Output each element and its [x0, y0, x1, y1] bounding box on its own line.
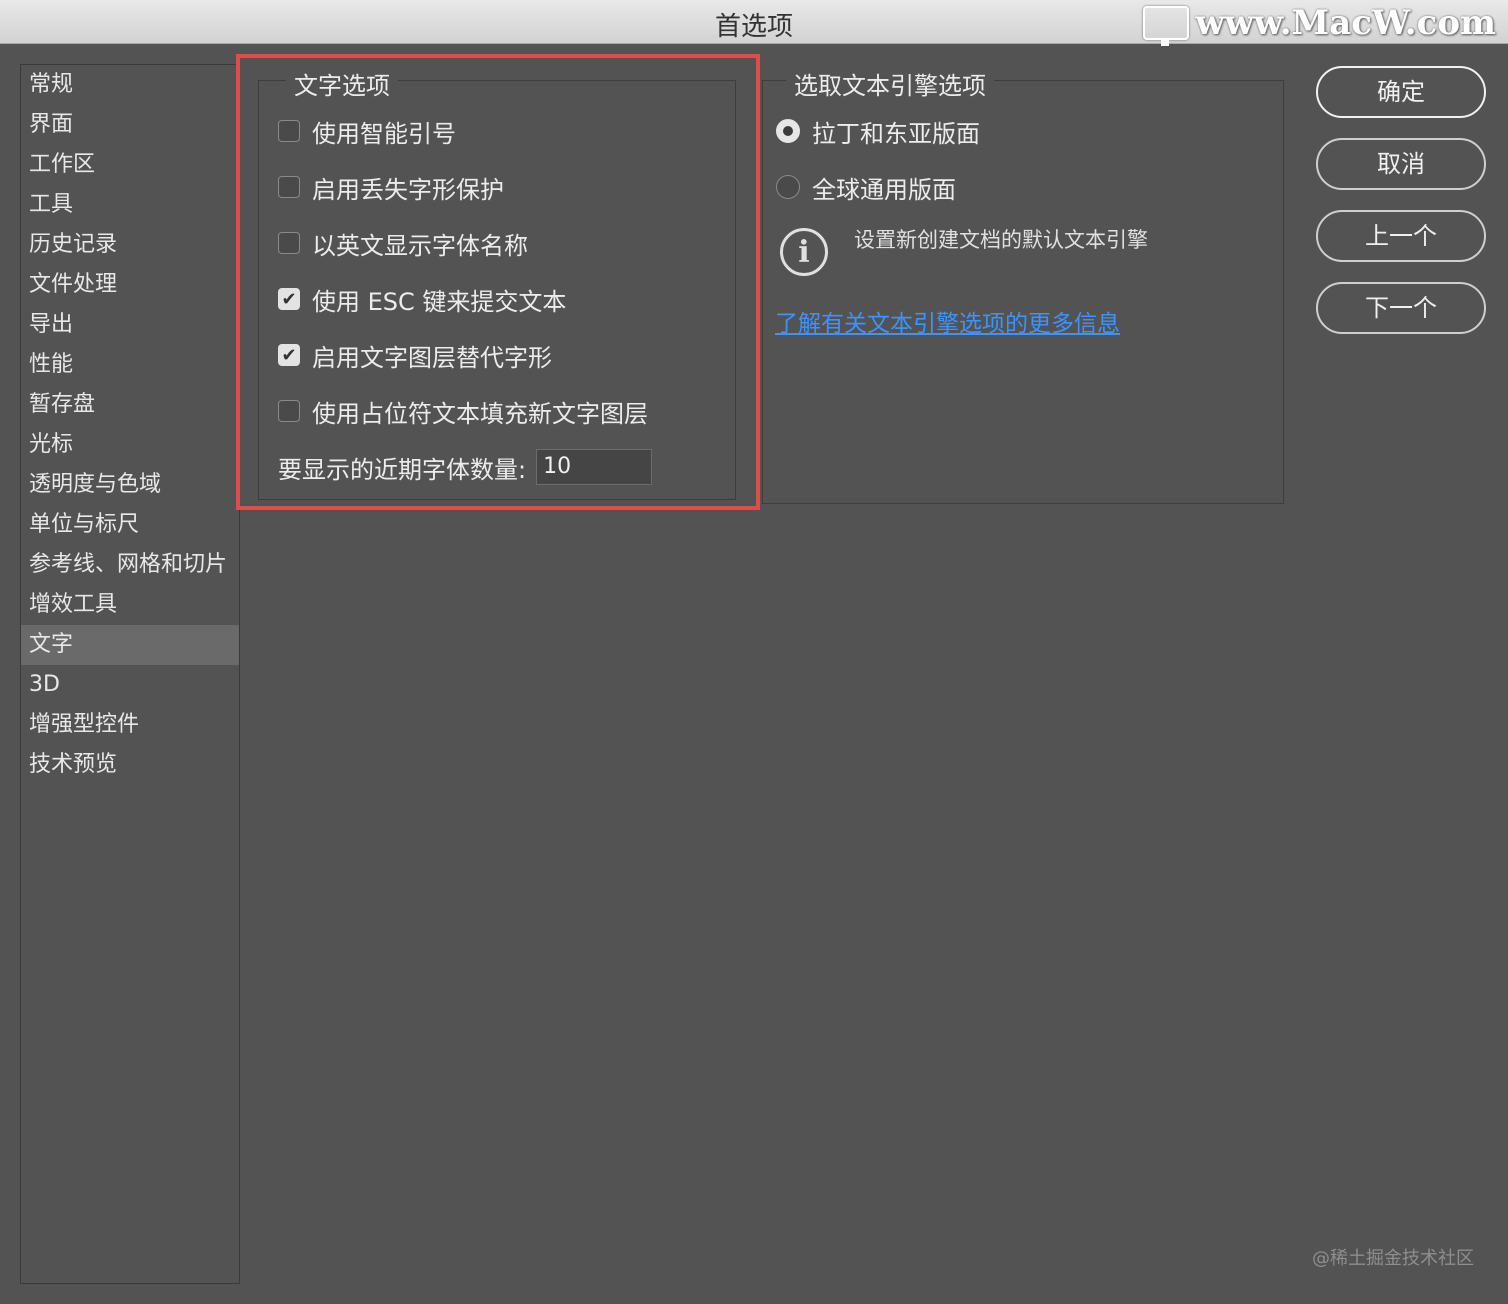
text-options-title: 文字选项 — [286, 66, 398, 101]
cancel-button[interactable]: 取消 — [1316, 138, 1486, 190]
sidebar-item-export[interactable]: 导出 — [21, 305, 239, 345]
preferences-sidebar: 常规 界面 工作区 工具 历史记录 文件处理 导出 性能 暂存盘 光标 透明度与… — [20, 64, 240, 1284]
recent-fonts-label: 要显示的近期字体数量: — [278, 455, 527, 484]
esc-commit-checkbox[interactable]: ✔ — [278, 288, 300, 310]
missing-glyph-label: 启用丢失字形保护 — [312, 175, 504, 204]
info-text: 设置新创建文档的默认文本引擎 — [854, 228, 1148, 252]
sidebar-item-workspace[interactable]: 工作区 — [21, 145, 239, 185]
latin-eastasian-radio[interactable] — [776, 119, 800, 143]
esc-commit-label: 使用 ESC 键来提交文本 — [312, 287, 567, 316]
smart-quotes-label: 使用智能引号 — [312, 119, 456, 148]
sidebar-item-3d[interactable]: 3D — [21, 665, 239, 705]
latin-eastasian-label: 拉丁和东亚版面 — [812, 119, 980, 148]
sidebar-item-enhanced-controls[interactable]: 增强型控件 — [21, 705, 239, 745]
watermark: www.MacW.com — [1143, 2, 1496, 46]
watermark-text: www.MacW.com — [1195, 3, 1496, 43]
learn-more-link[interactable]: 了解有关文本引擎选项的更多信息 — [775, 304, 1120, 338]
sidebar-item-file-handling[interactable]: 文件处理 — [21, 265, 239, 305]
latin-eastasian-option[interactable]: 拉丁和东亚版面 — [776, 114, 980, 148]
monitor-logo-icon — [1143, 6, 1190, 46]
sidebar-item-units-rulers[interactable]: 单位与标尺 — [21, 505, 239, 545]
sidebar-item-cursors[interactable]: 光标 — [21, 425, 239, 465]
previous-button[interactable]: 上一个 — [1316, 210, 1486, 262]
sidebar-item-interface[interactable]: 界面 — [21, 105, 239, 145]
footer-watermark: @稀土掘金技术社区 — [1312, 1248, 1474, 1269]
sidebar-item-tools[interactable]: 工具 — [21, 185, 239, 225]
info-icon: i — [780, 228, 828, 276]
placeholder-text-option[interactable]: 使用占位符文本填充新文字图层 — [278, 394, 648, 428]
world-ready-option[interactable]: 全球通用版面 — [776, 170, 956, 204]
world-ready-radio[interactable] — [776, 175, 800, 199]
title-bar: 首选项 www.MacW.com — [0, 0, 1508, 46]
placeholder-text-label: 使用占位符文本填充新文字图层 — [312, 399, 648, 428]
alternate-glyphs-option[interactable]: ✔ 启用文字图层替代字形 — [278, 338, 552, 372]
english-font-names-label: 以英文显示字体名称 — [312, 231, 528, 260]
next-button[interactable]: 下一个 — [1316, 282, 1486, 334]
smart-quotes-checkbox[interactable] — [278, 120, 300, 142]
sidebar-item-transparency[interactable]: 透明度与色域 — [21, 465, 239, 505]
sidebar-item-tech-previews[interactable]: 技术预览 — [21, 745, 239, 785]
recent-fonts-input[interactable]: 10 — [536, 449, 653, 485]
alternate-glyphs-checkbox[interactable]: ✔ — [278, 344, 300, 366]
english-font-names-option[interactable]: 以英文显示字体名称 — [278, 226, 528, 260]
sidebar-item-scratch-disks[interactable]: 暂存盘 — [21, 385, 239, 425]
recent-fonts-row: 要显示的近期字体数量: 10 — [278, 448, 653, 486]
esc-commit-option[interactable]: ✔ 使用 ESC 键来提交文本 — [278, 282, 566, 316]
sidebar-item-performance[interactable]: 性能 — [21, 345, 239, 385]
alternate-glyphs-label: 启用文字图层替代字形 — [312, 343, 552, 372]
missing-glyph-option[interactable]: 启用丢失字形保护 — [278, 170, 504, 204]
world-ready-label: 全球通用版面 — [812, 175, 956, 204]
sidebar-item-guides-grid[interactable]: 参考线、网格和切片 — [21, 545, 239, 585]
text-engine-title: 选取文本引擎选项 — [786, 66, 994, 101]
missing-glyph-checkbox[interactable] — [278, 176, 300, 198]
sidebar-item-history[interactable]: 历史记录 — [21, 225, 239, 265]
placeholder-text-checkbox[interactable] — [278, 400, 300, 422]
ok-button[interactable]: 确定 — [1316, 66, 1486, 118]
english-font-names-checkbox[interactable] — [278, 232, 300, 254]
sidebar-item-plugins[interactable]: 增效工具 — [21, 585, 239, 625]
sidebar-item-general[interactable]: 常规 — [21, 65, 239, 105]
sidebar-item-type[interactable]: 文字 — [21, 625, 239, 665]
smart-quotes-option[interactable]: 使用智能引号 — [278, 114, 456, 148]
